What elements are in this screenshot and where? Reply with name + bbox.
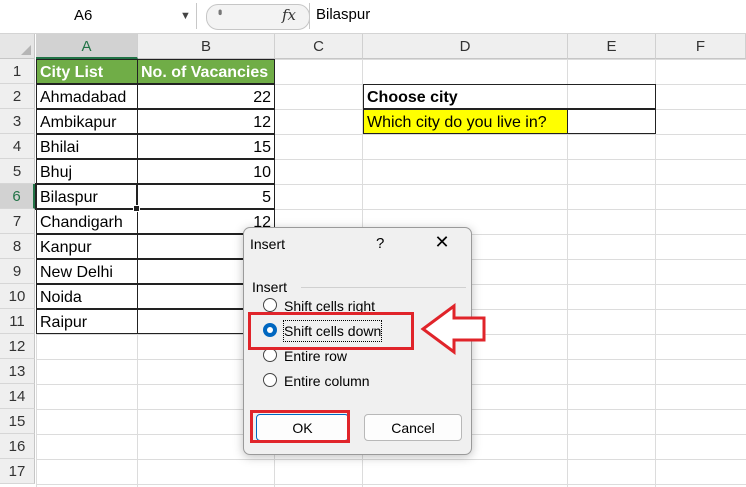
radio-button[interactable] xyxy=(263,298,277,312)
insert-function-icon[interactable]: fx xyxy=(282,6,296,24)
divider xyxy=(301,287,466,288)
dialog-title: Insert xyxy=(250,236,286,252)
radio-button[interactable] xyxy=(263,373,277,387)
table-cell-vacancies[interactable]: 15 xyxy=(137,134,275,159)
table-cell-city[interactable]: Noida xyxy=(36,284,138,309)
insert-group-label: Insert xyxy=(252,279,288,295)
name-box[interactable]: A6 ▼ xyxy=(0,3,197,29)
formula-input[interactable]: Bilaspur xyxy=(316,6,370,23)
help-icon[interactable]: ? xyxy=(376,235,384,252)
row-header-9[interactable]: 9 xyxy=(0,259,35,284)
row-header-2[interactable]: 2 xyxy=(0,84,35,109)
row-header-17[interactable]: 17 xyxy=(0,459,35,484)
more-vertical-icon: ••• xyxy=(213,9,227,13)
option-label: Entire column xyxy=(284,373,370,389)
table-cell-city[interactable]: Bhuj xyxy=(36,159,138,184)
table-cell-city[interactable]: Ambikapur xyxy=(36,109,138,134)
table-cell-vacancies[interactable]: 10 xyxy=(137,159,275,184)
row-header-6[interactable]: 6 xyxy=(0,184,35,209)
table-cell-city[interactable]: Raipur xyxy=(36,309,138,334)
table-cell-city[interactable]: New Delhi xyxy=(36,259,138,284)
column-header-c[interactable]: C xyxy=(275,34,363,59)
row-header-13[interactable]: 13 xyxy=(0,359,35,384)
table-cell-vacancies[interactable]: 22 xyxy=(137,84,275,109)
row-header-4[interactable]: 4 xyxy=(0,134,35,159)
row-header-14[interactable]: 14 xyxy=(0,384,35,409)
formula-bar: A6 ▼ ••• fx Bilaspur xyxy=(0,0,746,34)
row-header-5[interactable]: 5 xyxy=(0,159,35,184)
highlight-box-ok xyxy=(250,410,350,443)
row-header-7[interactable]: 7 xyxy=(0,209,35,234)
table-cell-city[interactable]: Chandigarh xyxy=(36,209,138,234)
table-cell-vacancies[interactable]: 5 xyxy=(137,184,275,209)
row-header-10[interactable]: 10 xyxy=(0,284,35,309)
chevron-down-icon[interactable]: ▼ xyxy=(180,10,191,22)
row-header-11[interactable]: 11 xyxy=(0,309,35,334)
close-icon[interactable]: ✕ xyxy=(432,232,452,252)
row-header-1[interactable]: 1 xyxy=(0,59,35,84)
highlight-box-shift-cells-down xyxy=(248,312,414,350)
column-header-e[interactable]: E xyxy=(568,34,656,59)
column-header-a[interactable]: A xyxy=(36,34,138,59)
active-cell-selection[interactable] xyxy=(35,183,138,210)
left-arrow-icon xyxy=(420,303,486,355)
name-box-value: A6 xyxy=(74,7,93,24)
row-header-8[interactable]: 8 xyxy=(0,234,35,259)
row-header-16[interactable]: 16 xyxy=(0,434,35,459)
table-header-vacancies[interactable]: No. of Vacancies xyxy=(137,59,275,84)
choose-city-label[interactable]: Choose city xyxy=(363,84,656,109)
cancel-button[interactable]: Cancel xyxy=(364,414,462,441)
select-all-button[interactable] xyxy=(0,34,35,59)
row-header-15[interactable]: 15 xyxy=(0,409,35,434)
radio-button[interactable] xyxy=(263,348,277,362)
table-header-city[interactable]: City List xyxy=(36,59,138,84)
table-cell-city[interactable]: Kanpur xyxy=(36,234,138,259)
divider xyxy=(309,3,310,29)
fill-handle[interactable] xyxy=(133,205,140,212)
column-header-b[interactable]: B xyxy=(138,34,275,59)
column-header-f[interactable]: F xyxy=(656,34,746,59)
table-cell-city[interactable]: Bhilai xyxy=(36,134,138,159)
row-header-3[interactable]: 3 xyxy=(0,109,35,134)
column-header-d[interactable]: D xyxy=(363,34,568,59)
table-cell-vacancies[interactable]: 12 xyxy=(137,109,275,134)
city-input-cell[interactable] xyxy=(567,109,656,134)
row-header-12[interactable]: 12 xyxy=(0,334,35,359)
city-prompt-cell[interactable]: Which city do you live in? xyxy=(363,109,568,134)
table-cell-city[interactable]: Ahmadabad xyxy=(36,84,138,109)
